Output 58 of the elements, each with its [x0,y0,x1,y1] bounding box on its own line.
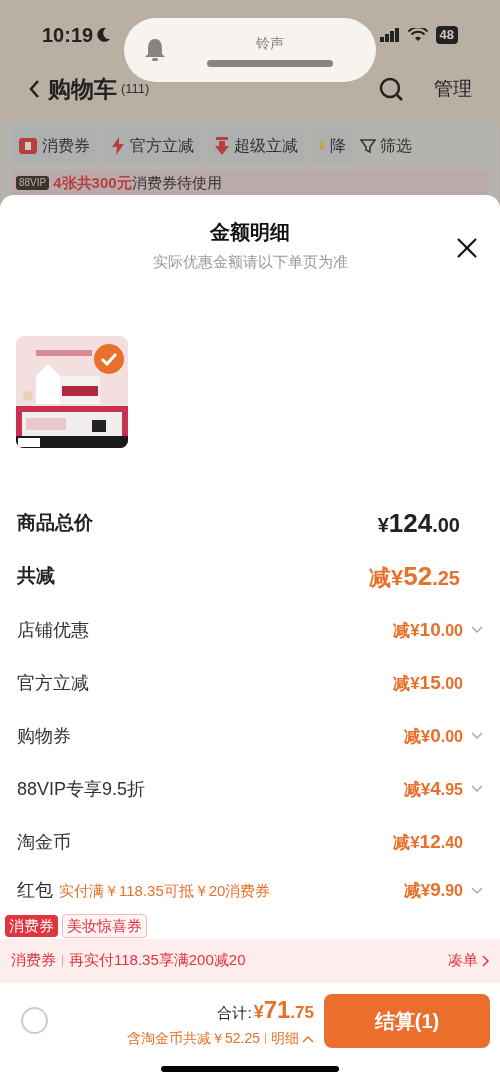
row-label: 购物券 [17,724,71,748]
discount-amount: 减¥0.00 [403,723,463,748]
chevron-right-icon [482,954,489,967]
filter-icon [360,138,376,154]
status-time: 10:19 [42,23,94,48]
checkout-button[interactable]: 结算(1) [324,993,490,1048]
total-price: ¥124.00 [377,507,460,540]
row-label: 88VIP专享9.5折 [17,777,146,801]
manage-button[interactable]: 管理 [434,74,472,104]
row-label: 共减 [17,564,55,589]
row-label: 红包 [17,879,53,902]
item-count: (111) [121,80,150,99]
discount-amount: 减¥10.00 [393,617,463,642]
add-items-link[interactable]: 凑单 [448,949,489,972]
page-title: 购物车 [48,74,117,104]
vip-highlight: 4张共300元 [53,172,132,193]
promo-text: 再实付118.35享满200减20 [69,950,246,971]
filter-chip[interactable]: 超级立减 [208,128,304,164]
close-icon[interactable] [456,237,478,259]
sheet-title: 金额明细 [210,220,290,245]
filter-chip[interactable]: 官方立减 [104,128,200,164]
vip-text: 消费券待使用 [131,172,222,193]
coupon-tag: 美妆惊喜券 [62,913,147,938]
row-label: 商品总价 [17,511,93,536]
total-reduction: 减¥52.25 [369,560,460,593]
discount-amount: 减¥4.95 [403,776,463,801]
select-all-checkbox[interactable] [21,1007,48,1034]
saving-text: 含淘金币共减￥52.25 [126,1029,260,1048]
discount-amount: 减¥15.00 [393,670,463,695]
detail-toggle[interactable]: 明细 [271,1028,314,1049]
total-label: 合计: [217,1003,252,1023]
ticket-icon [18,137,38,155]
filter-chip[interactable]: 降 [312,128,352,164]
search-icon[interactable] [378,76,404,102]
filter-button[interactable]: 筛选 [360,134,412,158]
moon-icon [97,27,112,43]
coupon-tag: 消费券 [5,914,58,937]
bell-icon [144,37,166,63]
total-amount: ¥71.75 [253,995,314,1025]
row-label: 官方立减 [17,671,89,695]
row-note: 实付满￥118.35可抵￥20消费券 [59,881,271,901]
vip-badge: 88VIP [16,176,50,190]
battery-icon: 48 [435,26,458,44]
check-icon[interactable] [94,343,124,374]
chevron-up-icon [302,1034,314,1043]
sheet-subtitle: 实际优惠金额请以下单页为准 [152,252,348,272]
row-label: 淘金币 [17,830,71,854]
wifi-icon [407,28,428,42]
down-arrow-icon [214,136,230,156]
signal-icon [379,28,400,42]
row-label: 店铺优惠 [17,618,89,642]
filter-chip[interactable]: 消费券 [12,128,96,164]
lightning-icon [110,136,126,156]
discount-amount: 减¥12.40 [393,829,463,854]
promo-label: 消费券 [11,950,56,971]
back-icon[interactable] [28,79,40,99]
toast-title: 铃声 [256,34,284,53]
discount-amount: 减¥9.90 [403,878,463,903]
